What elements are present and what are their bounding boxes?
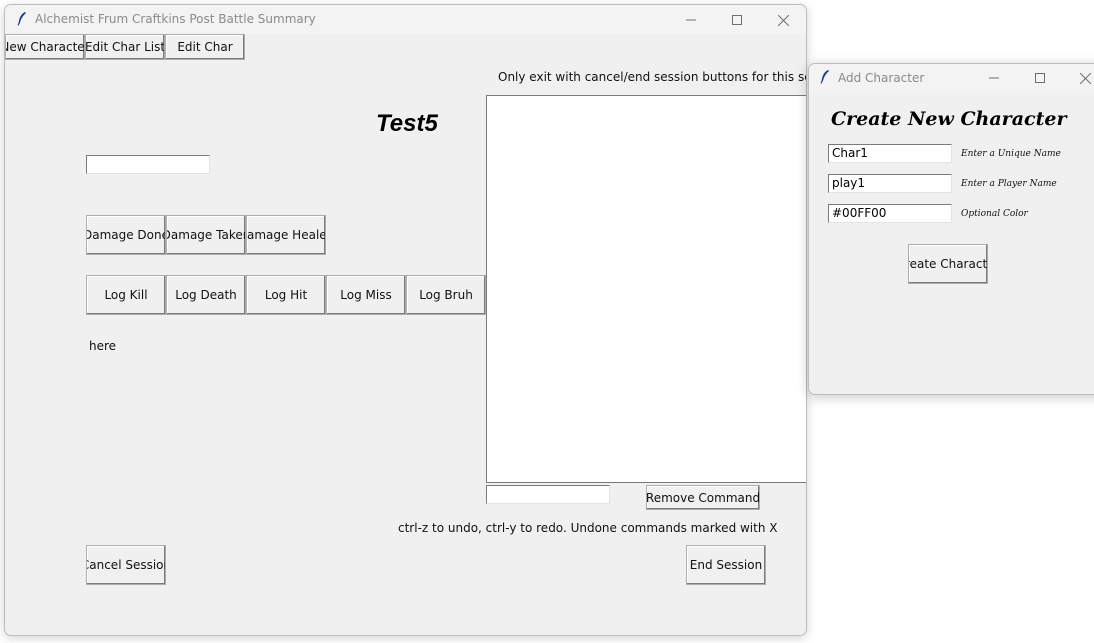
add-window-title: Add Character bbox=[838, 71, 925, 85]
command-index-input[interactable] bbox=[486, 485, 610, 504]
status-text: here bbox=[89, 339, 117, 353]
damage-taken-button[interactable]: Damage Taken bbox=[166, 215, 246, 255]
maximize-icon bbox=[1035, 73, 1045, 83]
log-death-button[interactable]: Log Death bbox=[166, 275, 246, 315]
log-bruh-button[interactable]: Log Bruh bbox=[406, 275, 486, 315]
cancel-session-button[interactable]: Cancel Session bbox=[86, 545, 166, 585]
add-minimize-button[interactable] bbox=[974, 66, 1014, 90]
main-window: Alchemist Frum Craftkins Post Battle Sum… bbox=[4, 4, 807, 636]
damage-done-button[interactable]: Damage Done bbox=[86, 215, 166, 255]
name-input[interactable] bbox=[86, 155, 210, 174]
add-title-bar[interactable]: Add Character bbox=[809, 64, 1094, 93]
add-maximize-button[interactable] bbox=[1020, 66, 1060, 90]
main-window-title: Alchemist Frum Craftkins Post Battle Sum… bbox=[35, 12, 316, 26]
edit-char-list-button[interactable]: Edit Char List bbox=[85, 34, 165, 60]
close-icon bbox=[777, 14, 789, 26]
player-name-hint: Enter a Player Name bbox=[961, 179, 1057, 189]
color-input[interactable]: #00FF00 bbox=[828, 204, 952, 223]
log-kill-button[interactable]: Log Kill bbox=[86, 275, 166, 315]
log-miss-button[interactable]: Log Miss bbox=[326, 275, 406, 315]
log-hit-button[interactable]: Log Hit bbox=[246, 275, 326, 315]
feather-icon bbox=[820, 70, 829, 84]
command-log-textarea[interactable] bbox=[486, 95, 806, 483]
feather-icon bbox=[17, 12, 26, 26]
damage-healed-button[interactable]: Damage Healed bbox=[246, 215, 326, 255]
add-close-button[interactable] bbox=[1065, 66, 1094, 90]
unique-name-hint: Enter a Unique Name bbox=[961, 149, 1061, 159]
maximize-button[interactable] bbox=[717, 8, 757, 32]
maximize-icon bbox=[732, 15, 742, 25]
edit-char-button[interactable]: Edit Char bbox=[165, 34, 245, 60]
minimize-icon bbox=[686, 19, 696, 21]
minimize-icon bbox=[989, 77, 999, 79]
new-character-button[interactable]: New Character bbox=[5, 34, 85, 60]
unique-name-input[interactable]: Char1 bbox=[828, 144, 952, 163]
character-name-heading: Test5 bbox=[376, 110, 438, 137]
main-title-bar[interactable]: Alchemist Frum Craftkins Post Battle Sum… bbox=[5, 5, 806, 34]
exit-notice: Only exit with cancel/end session button… bbox=[498, 70, 807, 84]
undo-hint: ctrl-z to undo, ctrl-y to redo. Undone c… bbox=[398, 521, 778, 535]
minimize-button[interactable] bbox=[671, 8, 711, 32]
player-name-input[interactable]: play1 bbox=[828, 174, 952, 193]
remove-command-button[interactable]: Remove Command bbox=[646, 485, 760, 510]
create-character-button[interactable]: Create Character bbox=[908, 244, 988, 284]
close-icon bbox=[1079, 72, 1091, 84]
create-character-heading: Create New Character bbox=[831, 108, 1067, 130]
close-button[interactable] bbox=[763, 8, 803, 32]
color-hint: Optional Color bbox=[961, 209, 1028, 219]
add-character-window: Add Character Create New Character Char1… bbox=[808, 63, 1094, 395]
end-session-button[interactable]: End Session bbox=[686, 545, 766, 585]
